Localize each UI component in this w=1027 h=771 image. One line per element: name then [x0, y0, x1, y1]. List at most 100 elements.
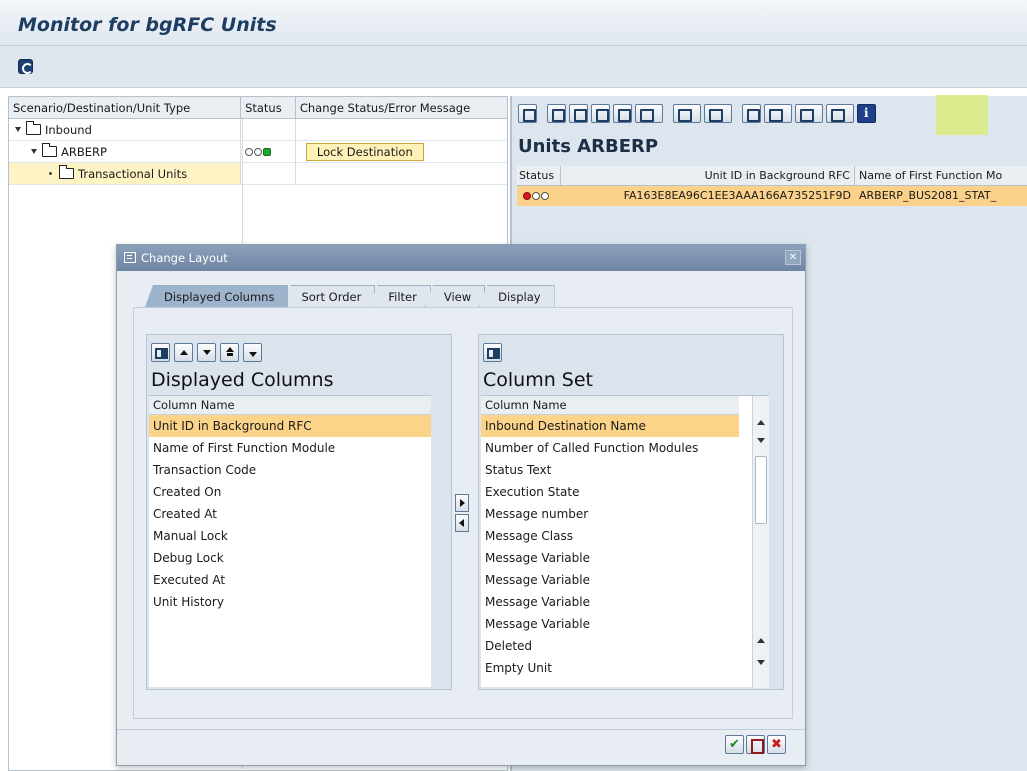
list-item[interactable]: Number of Called Function Modules [481, 437, 769, 459]
tree-col-header-message[interactable]: Change Status/Error Message [296, 97, 507, 118]
print-preview-icon[interactable] [742, 103, 761, 123]
list-item[interactable]: Name of First Function Module [149, 437, 431, 459]
tree-row-inbound[interactable]: Inbound [9, 119, 507, 141]
displayed-columns-list: Column Name Unit ID in Background RFC Na… [149, 395, 431, 687]
light-off-icon [254, 148, 263, 156]
status-cell [517, 186, 561, 206]
find-next-icon[interactable] [613, 103, 632, 123]
displayed-columns-tools [151, 343, 262, 362]
list-item[interactable]: Execution State [481, 481, 769, 503]
ok-button[interactable]: ✔ [725, 735, 744, 754]
close-icon[interactable]: ✕ [785, 250, 801, 265]
subtotal-icon[interactable] [704, 103, 732, 123]
alv-toolbar [518, 100, 876, 126]
list-item[interactable]: Message Class [481, 525, 769, 547]
move-right-button[interactable] [455, 494, 469, 512]
green-light-icon [263, 148, 272, 156]
list-item[interactable]: Transaction Code [149, 459, 431, 481]
list-item[interactable]: Manual Lock [149, 525, 431, 547]
find-icon[interactable] [591, 103, 610, 123]
list-item[interactable]: Created On [149, 481, 431, 503]
expand-triangle-icon[interactable] [31, 149, 37, 154]
list-header: Column Name [481, 396, 739, 415]
list-item[interactable]: Empty Unit [481, 657, 769, 679]
tree-status-cell [241, 119, 296, 140]
sum-icon[interactable] [673, 103, 701, 123]
scroll-down-icon[interactable] [757, 660, 765, 665]
scrollbar[interactable] [752, 396, 769, 688]
details-icon[interactable] [518, 103, 537, 123]
move-bottom-icon[interactable] [243, 343, 262, 362]
folder-icon [59, 165, 74, 179]
tree-node-label: Inbound [45, 122, 92, 137]
export-icon[interactable] [764, 103, 792, 123]
list-item[interactable]: Executed At [149, 569, 431, 591]
list-item[interactable]: Message Variable [481, 591, 769, 613]
lock-destination-button[interactable]: Lock Destination [305, 143, 424, 161]
folder-open-icon [42, 143, 57, 157]
displayed-columns-title: Displayed Columns [151, 369, 334, 391]
list-item[interactable]: Deleted [481, 635, 769, 657]
application-toolbar [0, 46, 1027, 88]
scroll-up-icon[interactable] [757, 420, 765, 425]
save-layout-button[interactable] [746, 735, 765, 754]
col-header-function[interactable]: Name of First Function Mo [855, 166, 1027, 185]
units-table-header: Status Unit ID in Background RFC Name of… [517, 166, 1027, 186]
col-header-unit-id[interactable]: Unit ID in Background RFC [561, 166, 855, 185]
tab-view[interactable]: View [424, 285, 486, 307]
scroll-down-icon[interactable] [757, 438, 765, 443]
tree-message-cell [296, 163, 507, 184]
light-off-icon [541, 192, 549, 200]
find-icon[interactable] [483, 343, 502, 362]
column-set-title: Column Set [483, 369, 594, 391]
sort-ascending-icon[interactable] [547, 103, 566, 123]
move-up-icon[interactable] [174, 343, 193, 362]
sort-descending-icon[interactable] [569, 103, 588, 123]
move-top-icon[interactable] [220, 343, 239, 362]
list-item[interactable]: Message Variable [481, 547, 769, 569]
list-item[interactable]: Created At [149, 503, 431, 525]
table-row[interactable]: FA163E8EA96C1EE3AAA166A735251F9D ARBERP_… [517, 186, 1027, 206]
refresh-icon[interactable] [18, 59, 33, 74]
tree-status-cell [241, 163, 296, 184]
tree-message-cell [296, 119, 507, 140]
list-item[interactable]: Unit History [149, 591, 431, 613]
tree-col-header-scenario[interactable]: Scenario/Destination/Unit Type [9, 97, 242, 118]
list-item[interactable]: Message number [481, 503, 769, 525]
cancel-button[interactable]: ✖ [767, 735, 786, 754]
info-icon[interactable] [857, 103, 876, 123]
col-header-status[interactable]: Status [517, 166, 561, 185]
tree-node-label: Transactional Units [78, 166, 188, 181]
layout-icon [124, 252, 136, 263]
scroll-thumb[interactable] [755, 456, 767, 524]
tree-row-transactional-units[interactable]: Transactional Units [9, 163, 507, 185]
change-layout-icon[interactable] [826, 103, 854, 123]
list-item[interactable]: Message Variable [481, 569, 769, 591]
units-title: Units ARBERP [518, 136, 659, 157]
expand-triangle-icon[interactable] [15, 127, 21, 132]
list-item[interactable]: Unit ID in Background RFC [149, 415, 431, 437]
move-left-button[interactable] [455, 514, 469, 532]
dialog-title: Change Layout [141, 251, 228, 265]
list-header: Column Name [149, 396, 431, 415]
tab-sort-order[interactable]: Sort Order [282, 285, 376, 307]
filter-icon[interactable] [635, 103, 663, 123]
find-icon[interactable] [151, 343, 170, 362]
highlight-marker [936, 95, 988, 135]
move-down-icon[interactable] [197, 343, 216, 362]
tab-displayed-columns[interactable]: Displayed Columns [145, 285, 289, 307]
list-item[interactable]: Message Variable [481, 613, 769, 635]
tree-status-cell [241, 141, 296, 162]
list-item[interactable]: Debug Lock [149, 547, 431, 569]
function-cell: ARBERP_BUS2081_STAT_ [859, 189, 997, 202]
tree-row-arberp[interactable]: ARBERP Lock Destination [9, 141, 507, 163]
light-off-icon [532, 192, 540, 200]
tab-filter[interactable]: Filter [369, 285, 431, 307]
scroll-up-icon[interactable] [757, 638, 765, 643]
list-item[interactable]: Inbound Destination Name [481, 415, 739, 437]
list-item[interactable]: Status Text [481, 459, 769, 481]
folder-open-icon [26, 121, 41, 135]
tab-display[interactable]: Display [479, 285, 555, 307]
views-icon[interactable] [795, 103, 823, 123]
tree-col-header-status[interactable]: Status [241, 97, 296, 118]
